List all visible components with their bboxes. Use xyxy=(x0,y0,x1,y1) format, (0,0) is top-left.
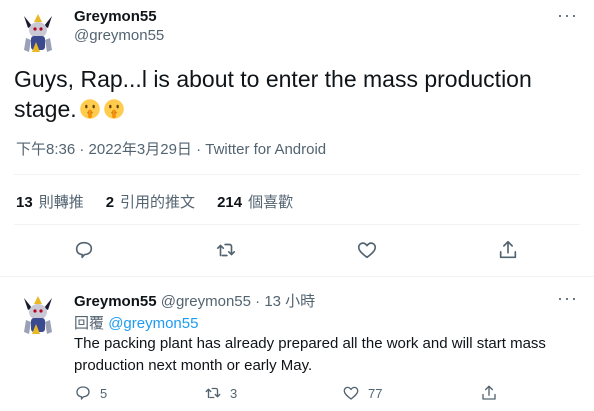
reply-text: The packing plant has already prepared a… xyxy=(74,335,546,374)
reply-to-link[interactable]: @greymon55 xyxy=(108,315,198,332)
timestamp-text[interactable]: 下午8:36 · 2022年3月29日 · xyxy=(16,141,205,158)
shushing-face-icon xyxy=(103,99,124,119)
quotes-stat[interactable]: 2 引用的推文 xyxy=(106,191,195,212)
reply-like-button[interactable]: 77 xyxy=(342,384,382,402)
heart-icon xyxy=(357,242,377,259)
reply-like-count: 77 xyxy=(368,385,383,401)
retweet-button[interactable] xyxy=(208,232,244,268)
reply-retweet-count: 3 xyxy=(230,385,238,401)
engagement-stats: 13 則轉推 2 引用的推文 214 個喜歡 xyxy=(16,191,293,212)
tweet-actions xyxy=(0,232,594,268)
reply-header: Greymon55 @greymon55 · 13 小時 xyxy=(74,290,315,311)
likes-count: 214 xyxy=(217,194,243,211)
display-name[interactable]: Greymon55 xyxy=(74,8,157,25)
handle[interactable]: @greymon55 xyxy=(74,27,164,44)
avatar-image xyxy=(14,290,62,338)
retweets-count: 13 xyxy=(16,194,33,211)
reply-handle-time[interactable]: @greymon55 · 13 小時 xyxy=(161,293,315,310)
reply-retweet-button[interactable]: 3 xyxy=(204,384,237,402)
avatar[interactable] xyxy=(14,8,62,56)
reply-avatar[interactable] xyxy=(14,290,62,338)
replying-to: 回覆 @greymon55 xyxy=(74,312,198,333)
heart-icon xyxy=(343,386,359,400)
reply-icon xyxy=(76,386,90,400)
tweet-text: Guys, Rap...l is about to enter the mass… xyxy=(14,64,574,124)
tweet-timestamp: 下午8:36 · 2022年3月29日 · Twitter for Androi… xyxy=(16,138,326,159)
reply-label: 回覆 xyxy=(74,315,105,332)
likes-stat[interactable]: 214 個喜歡 xyxy=(217,191,293,212)
share-icon xyxy=(482,385,496,400)
reply-reply-count: 5 xyxy=(100,385,108,401)
source-link[interactable]: Twitter for Android xyxy=(205,141,326,158)
retweets-stat[interactable]: 13 則轉推 xyxy=(16,191,84,212)
reply-display-name[interactable]: Greymon55 xyxy=(74,293,157,310)
avatar-image xyxy=(14,8,62,56)
share-icon xyxy=(499,240,517,259)
like-button[interactable] xyxy=(349,232,385,268)
retweet-icon xyxy=(216,243,236,257)
reply-button[interactable] xyxy=(66,232,102,268)
divider xyxy=(0,276,594,277)
reply-reply-button[interactable]: 5 xyxy=(74,384,107,402)
reply-share-button[interactable] xyxy=(480,384,498,402)
share-button[interactable] xyxy=(490,232,526,268)
shushing-face-icon xyxy=(79,99,100,119)
retweets-label: 則轉推 xyxy=(38,194,84,211)
more-options-icon[interactable]: ··· xyxy=(557,6,578,24)
reply-icon xyxy=(75,241,93,259)
divider xyxy=(14,224,580,225)
retweet-icon xyxy=(205,387,221,399)
quotes-count: 2 xyxy=(105,194,115,211)
divider xyxy=(14,174,580,175)
likes-label: 個喜歡 xyxy=(248,194,294,211)
quotes-label: 引用的推文 xyxy=(120,194,196,211)
reply-more-options-icon[interactable]: ··· xyxy=(557,289,578,307)
reply-actions: 5 3 77 xyxy=(0,384,594,406)
